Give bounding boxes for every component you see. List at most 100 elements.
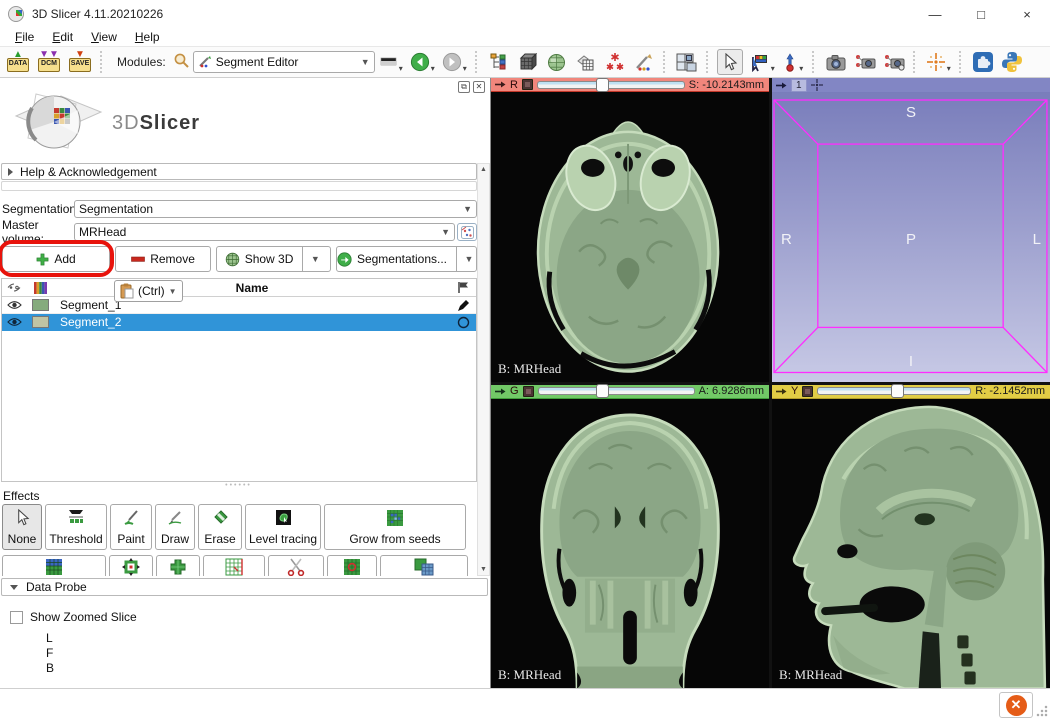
scene-view-capture-button[interactable]	[852, 49, 878, 75]
scroll-down-icon[interactable]: ▼	[478, 566, 489, 573]
chevron-down-icon[interactable]: ▼	[308, 254, 322, 264]
module-search-icon[interactable]	[173, 52, 190, 72]
effect-grow-from-seeds-button[interactable]: Grow from seeds	[324, 504, 466, 550]
axis-label-right: R	[781, 231, 792, 248]
segment-color-swatch[interactable]	[32, 299, 49, 311]
show-zoomed-slice-checkbox[interactable]	[10, 611, 23, 624]
effect-islands-button[interactable]	[203, 555, 265, 576]
effect-none-button[interactable]: None	[2, 504, 42, 550]
close-button[interactable]: ×	[1004, 0, 1050, 28]
window-level-tool-button[interactable]: ▾	[746, 49, 777, 75]
segment-status-pencil-icon[interactable]	[450, 299, 476, 312]
load-data-button[interactable]: ▲ DATA	[4, 49, 32, 75]
screenshot-button[interactable]	[823, 49, 849, 75]
back-button[interactable]: ▾	[408, 49, 437, 75]
slice-offset-slider[interactable]	[538, 387, 695, 395]
layout-selector-button[interactable]	[674, 49, 700, 75]
status-column-icon[interactable]	[450, 281, 476, 294]
effect-draw-button[interactable]: Draw	[155, 504, 195, 550]
popout-panel-icon[interactable]: ⧉	[458, 81, 470, 93]
add-segment-button[interactable]: Add	[2, 246, 110, 272]
effect-logical-operators-button[interactable]	[327, 555, 377, 576]
color-column-icon[interactable]	[26, 282, 54, 294]
red-slice-body[interactable]: B: MRHead	[491, 92, 769, 382]
effect-scissors-button[interactable]	[268, 555, 324, 576]
scene-view-restore-button[interactable]	[881, 49, 907, 75]
maximize-button[interactable]: □	[958, 0, 1004, 28]
paste-ctrl-badge[interactable]: (Ctrl) ▼	[114, 280, 183, 302]
effect-hollow-button[interactable]	[109, 555, 153, 576]
segment-status-circle-icon[interactable]	[450, 316, 476, 329]
pin-icon[interactable]	[776, 81, 787, 90]
resize-grip[interactable]	[1036, 705, 1048, 717]
scroll-up-icon[interactable]: ▲	[478, 166, 489, 173]
python-console-button[interactable]	[999, 49, 1025, 75]
effect-smoothing-button[interactable]	[156, 555, 200, 576]
panel-scrollbar[interactable]: ▲ ▼	[477, 163, 490, 576]
pin-icon[interactable]	[495, 80, 506, 89]
specify-geometry-button[interactable]	[457, 223, 477, 241]
menu-view[interactable]: View	[82, 29, 126, 45]
yellow-slice-header[interactable]: Y R: -2.1452mm	[772, 385, 1050, 399]
menu-edit[interactable]: Edit	[43, 29, 82, 45]
interaction-mode-cursor-button[interactable]	[717, 49, 743, 75]
effect-mask-volume-button[interactable]	[380, 555, 468, 576]
data-module-button[interactable]	[486, 49, 512, 75]
slice-menu-icon[interactable]	[523, 386, 534, 397]
panel-splitter[interactable]: ••••••	[0, 482, 477, 489]
volume-rendering-button[interactable]	[515, 49, 541, 75]
segment-color-swatch[interactable]	[32, 316, 49, 328]
visibility-eye-icon[interactable]	[2, 300, 26, 310]
crosshair-button[interactable]: ▾	[924, 49, 953, 75]
green-slice-body[interactable]: B: MRHead	[491, 399, 769, 689]
effect-paint-button[interactable]: Paint	[110, 504, 152, 550]
visibility-column-icon[interactable]	[2, 283, 26, 292]
extensions-manager-button[interactable]	[970, 49, 996, 75]
segment-row-1[interactable]: Segment_1	[2, 297, 476, 314]
visibility-eye-icon[interactable]	[2, 317, 26, 327]
transforms-module-button[interactable]	[573, 49, 599, 75]
menu-file[interactable]: File	[6, 29, 43, 45]
slice-offset-slider[interactable]	[817, 387, 971, 395]
yellow-slice-body[interactable]: B: MRHead	[772, 399, 1050, 689]
remove-segment-button[interactable]: Remove	[115, 246, 211, 272]
menu-help[interactable]: Help	[126, 29, 169, 45]
slice-menu-icon[interactable]	[522, 79, 533, 90]
pin-icon[interactable]	[495, 387, 506, 396]
module-history-button[interactable]: ▾	[378, 49, 405, 75]
slice-offset-slider[interactable]	[537, 81, 685, 89]
annotations-module-button[interactable]	[631, 49, 657, 75]
show-3d-button[interactable]: Show 3D ▼	[216, 246, 331, 272]
effect-threshold-button[interactable]: Threshold	[45, 504, 107, 550]
segmentation-selector[interactable]: Segmentation ▼	[74, 200, 477, 218]
segmentations-button[interactable]: Segmentations... ▼	[336, 246, 477, 272]
segmentations-module-button[interactable]	[544, 49, 570, 75]
markups-module-button[interactable]	[602, 49, 628, 75]
segment-name[interactable]: Segment_2	[54, 315, 450, 329]
save-button[interactable]: ▼ SAVE	[66, 49, 94, 75]
slice-menu-icon[interactable]	[802, 386, 813, 397]
green-slice-header[interactable]: G A: 6.9286mm	[491, 385, 769, 399]
help-acknowledgement-section[interactable]: Help & Acknowledgement	[1, 163, 477, 180]
error-log-button[interactable]: ✕	[999, 692, 1033, 718]
dicom-button[interactable]: ▼▼ DCM	[35, 49, 63, 75]
forward-button[interactable]: ▾	[440, 49, 469, 75]
chevron-down-icon[interactable]: ▼	[462, 254, 476, 264]
effect-erase-button[interactable]: Erase	[198, 504, 242, 550]
threed-view-header[interactable]: 1	[772, 78, 1050, 92]
red-slice-header[interactable]: R S: -10.2143mm	[491, 78, 769, 92]
effect-fill-between-slices-button[interactable]	[2, 555, 106, 576]
master-volume-selector[interactable]: MRHead ▼	[74, 223, 455, 241]
place-markup-button[interactable]: ▾	[780, 49, 806, 75]
effect-level-tracing-button[interactable]: Level tracing	[245, 504, 321, 550]
show-zoomed-slice-row[interactable]: Show Zoomed Slice	[10, 610, 137, 624]
module-selector[interactable]: Segment Editor ▼	[193, 51, 375, 73]
minimize-button[interactable]: —	[912, 0, 958, 28]
close-panel-icon[interactable]: ✕	[473, 81, 485, 93]
data-probe-section[interactable]: Data Probe	[1, 578, 488, 596]
threed-view: 1 S R	[772, 78, 1050, 382]
threed-view-body[interactable]: S R P L I	[772, 92, 1050, 382]
segment-row-2[interactable]: Segment_2	[2, 314, 476, 331]
pin-icon[interactable]	[776, 387, 787, 396]
spin-view-icon[interactable]	[811, 79, 823, 91]
